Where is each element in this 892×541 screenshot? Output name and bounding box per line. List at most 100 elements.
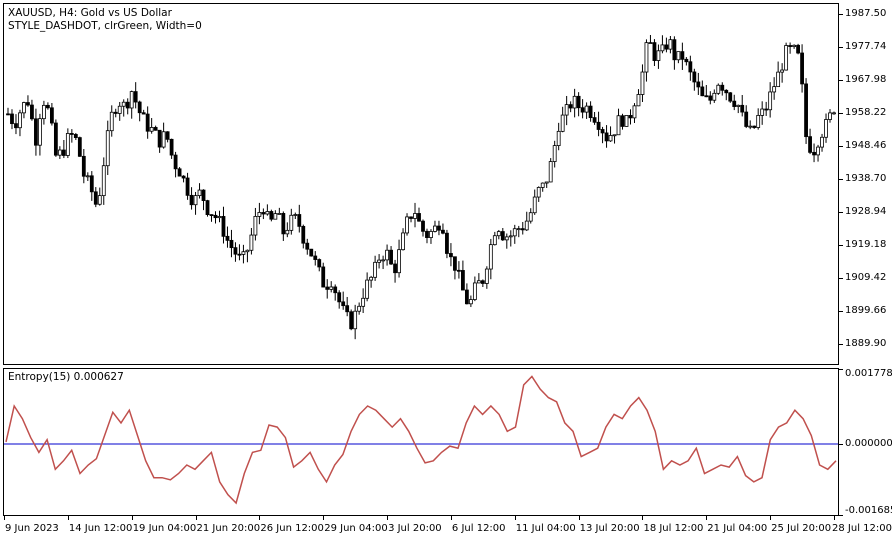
candle-body xyxy=(177,168,182,177)
candle-body xyxy=(341,301,346,307)
candle-body xyxy=(26,102,30,106)
candle-body xyxy=(329,286,334,290)
time-tick-label: 3 Jul 20:00 xyxy=(388,523,442,534)
candle-body xyxy=(692,71,697,83)
candle-body xyxy=(121,101,126,107)
price-tick-label: 1889.90 xyxy=(845,338,887,350)
candle-body xyxy=(772,86,777,93)
candle-body xyxy=(580,107,585,113)
candle-body xyxy=(816,146,820,156)
candle-body xyxy=(34,118,38,146)
candle-body xyxy=(664,44,669,50)
candle-body xyxy=(496,231,501,237)
candle-body xyxy=(209,214,214,217)
candle-body xyxy=(800,52,804,85)
candle-body xyxy=(361,297,366,307)
indicator-tick-mark xyxy=(839,515,843,516)
candle-body xyxy=(748,125,753,128)
candle-body xyxy=(808,136,812,153)
candle-body xyxy=(201,189,206,202)
price-tick-label: 1938.70 xyxy=(845,173,887,185)
candle-body xyxy=(600,129,605,134)
candle-body xyxy=(129,91,134,109)
candle-body xyxy=(141,112,146,115)
entropy-line xyxy=(5,375,837,505)
candle-body xyxy=(804,83,808,138)
candle-body xyxy=(728,92,733,102)
candle-body xyxy=(409,216,413,219)
candle-body xyxy=(688,61,693,73)
candle-body xyxy=(157,129,162,148)
indicator-tick-label: 0.001778 xyxy=(845,368,892,379)
time-tick-mark xyxy=(706,516,708,520)
candle-body xyxy=(508,235,513,238)
time-tick-label: 18 Jul 12:00 xyxy=(643,523,704,534)
candle-body xyxy=(453,256,457,271)
candle-body xyxy=(265,211,270,215)
price-tick-mark xyxy=(839,179,843,181)
candle-body xyxy=(796,44,800,54)
time-tick-label: 26 Jun 12:00 xyxy=(260,523,324,534)
candle-body xyxy=(504,236,509,241)
candle-body xyxy=(429,231,433,238)
candle-body xyxy=(101,165,106,197)
candle-body xyxy=(57,149,62,156)
candle-body xyxy=(480,280,485,284)
time-tick-mark xyxy=(642,516,644,520)
candle-body xyxy=(824,119,828,138)
candle-body xyxy=(161,131,166,148)
candle-body xyxy=(464,289,469,305)
candle-body xyxy=(333,286,338,294)
candle-body xyxy=(596,121,601,130)
time-tick-mark xyxy=(387,516,389,520)
candle-body xyxy=(113,111,118,114)
candle-body xyxy=(608,135,613,142)
candle-body xyxy=(217,216,222,219)
candle-body xyxy=(109,111,114,132)
time-tick-mark xyxy=(259,516,261,520)
candle-body xyxy=(612,134,617,137)
candle-body xyxy=(437,225,441,231)
candle-body xyxy=(441,229,445,234)
candle-body xyxy=(588,105,593,119)
price-tick-label: 1948.46 xyxy=(845,140,887,152)
candle-body xyxy=(373,261,378,278)
candle-body xyxy=(740,104,745,113)
candle-body xyxy=(105,130,110,167)
candle-body xyxy=(125,101,130,109)
candle-body xyxy=(69,133,74,135)
candle-body xyxy=(53,122,58,156)
time-tick-mark xyxy=(195,516,197,520)
candle-body xyxy=(736,104,741,107)
candle-body xyxy=(560,114,565,132)
candle-body xyxy=(620,115,625,127)
candle-body xyxy=(213,214,218,219)
price-tick-mark xyxy=(839,344,843,346)
candle-body xyxy=(293,214,298,216)
candle-body xyxy=(584,105,589,113)
candle-body xyxy=(181,175,186,179)
candle-body xyxy=(756,115,761,128)
price-tick-label: 1928.94 xyxy=(845,206,887,218)
candle-body xyxy=(97,195,102,205)
candle-body xyxy=(89,175,94,193)
candle-body xyxy=(93,191,98,205)
candle-body xyxy=(472,282,477,300)
candle-body xyxy=(77,137,82,157)
candle-body xyxy=(832,112,836,115)
time-tick-mark xyxy=(834,516,835,520)
candle-body xyxy=(277,213,282,215)
candle-body xyxy=(22,102,26,114)
price-tick-label: 1967.98 xyxy=(845,74,887,86)
candle-body xyxy=(30,104,34,120)
price-tick-mark xyxy=(839,80,843,82)
candle-body xyxy=(173,154,178,170)
candle-body xyxy=(133,91,138,103)
candle-body xyxy=(720,84,725,91)
candle-body xyxy=(49,107,54,124)
candle-body xyxy=(764,108,769,111)
time-tick-label: 6 Jul 12:00 xyxy=(451,523,506,534)
candle-body xyxy=(712,92,717,101)
candle-body xyxy=(576,95,581,109)
candle-body xyxy=(137,101,142,114)
